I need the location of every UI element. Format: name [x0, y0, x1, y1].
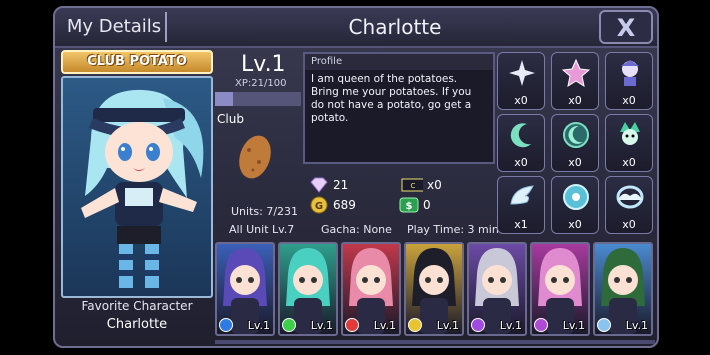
sparkle-icon [509, 60, 535, 86]
favorite-character-name: Charlotte [106, 317, 168, 332]
favorite-character-portrait[interactable] [61, 76, 213, 298]
pink-star-icon [561, 58, 591, 88]
character-card-teal-hair-girl[interactable]: Lv.1 [278, 242, 338, 336]
wing-icon [510, 185, 534, 205]
svg-text:G: G [315, 201, 323, 212]
item-count: x0 [568, 94, 582, 107]
svg-text:$: $ [406, 201, 413, 212]
item-slot[interactable]: x1 [497, 176, 545, 234]
tab-divider [165, 12, 167, 42]
character-card-pink-hair-horned-girl[interactable]: Lv.1 [530, 242, 590, 336]
character-level: Lv.1 [499, 319, 522, 332]
character-roster: Lv.1 Lv.1 Lv.1 Lv.1 Lv.1 Lv.1 Lv.1 [215, 242, 655, 338]
item-slot[interactable]: x0 [551, 176, 599, 234]
gacha-text: Gacha: None [321, 223, 392, 236]
tickets-value: x0 [427, 178, 442, 192]
gold-value: 689 [333, 198, 356, 212]
green-crescent-icon [510, 123, 531, 148]
item-grid: x0 x0 x0 x0 x0 x0 x1 x0 x0 [497, 52, 655, 240]
item-count: x0 [622, 94, 636, 107]
item-count: x0 [514, 156, 528, 169]
character-card-purple-hair-fox-girl[interactable]: Lv.1 [215, 242, 275, 336]
play-time-text: Play Time: 3 min [407, 223, 499, 236]
character-level: Lv.1 [247, 319, 270, 332]
disc-icon [563, 184, 589, 210]
favorite-character-label: Favorite Character [81, 299, 193, 313]
profile-heading: Profile [305, 54, 493, 70]
player-level: Lv.1 [241, 52, 286, 77]
xp-text: XP:21/100 [235, 78, 287, 89]
page-title: Charlotte [348, 15, 442, 39]
club-label: Club [217, 112, 244, 126]
item-count: x0 [622, 156, 636, 169]
cash-stat: $ 0 [399, 196, 431, 214]
element-orb-icon [471, 318, 485, 332]
element-orb-icon [282, 318, 296, 332]
item-slot[interactable]: x0 [605, 52, 653, 110]
gems-value: 21 [333, 178, 349, 192]
potato-icon [235, 132, 275, 186]
xp-progress-fill [215, 92, 234, 106]
item-count: x1 [514, 218, 528, 231]
club-banner: CLUB POTATO [61, 50, 213, 74]
angel-halo-icon [616, 185, 644, 209]
item-slot[interactable]: x0 [497, 114, 545, 172]
character-card-pink-hair-red-hood-girl[interactable]: Lv.1 [341, 242, 401, 336]
item-slot[interactable]: x0 [551, 114, 599, 172]
item-count: x0 [568, 218, 582, 231]
chibi-character-icon [81, 89, 204, 288]
xp-progress-bar [215, 92, 301, 106]
close-icon: X [616, 14, 636, 42]
gems-stat: 21 [309, 176, 348, 194]
item-slot[interactable]: x0 [497, 52, 545, 110]
green-creature-icon [620, 122, 640, 145]
tickets-stat: C x0 [399, 176, 442, 194]
element-orb-icon [345, 318, 359, 332]
tab-my-details[interactable]: My Details [59, 12, 169, 42]
character-level: Lv.1 [310, 319, 333, 332]
item-count: x0 [622, 218, 636, 231]
svg-text:C: C [411, 182, 416, 190]
units-count: Units: 7/231 [231, 205, 299, 218]
character-level: Lv.1 [436, 319, 459, 332]
profile-text: I am queen of the potatoes. Bring me you… [311, 73, 472, 124]
profile-panel: My Details Charlotte X CLUB POTATO Favor… [53, 6, 659, 348]
element-orb-icon [597, 318, 611, 332]
all-unit-level: All Unit Lv.7 [229, 223, 295, 236]
character-level: Lv.1 [562, 319, 585, 332]
character-card-green-hair-boy[interactable]: Lv.1 [593, 242, 653, 336]
character-level: Lv.1 [373, 319, 396, 332]
element-orb-icon [534, 318, 548, 332]
element-orb-icon [408, 318, 422, 332]
club-banner-label: CLUB POTATO [87, 54, 187, 69]
element-orb-icon [219, 318, 233, 332]
header-bar: My Details Charlotte X [55, 8, 657, 48]
gold-coin-icon: G [310, 196, 328, 214]
close-button[interactable]: X [599, 10, 653, 44]
item-slot[interactable]: x0 [605, 114, 653, 172]
mini-character-icon [621, 60, 639, 86]
item-count: x0 [514, 94, 528, 107]
gold-stat: G 689 [309, 196, 356, 214]
cash-value: 0 [423, 198, 431, 212]
ticket-icon: C [401, 178, 423, 192]
cash-icon: $ [399, 197, 419, 213]
roster-divider [215, 340, 655, 344]
green-moon-orb-icon [563, 122, 589, 148]
item-count: x0 [568, 156, 582, 169]
item-slot[interactable]: x0 [605, 176, 653, 234]
character-card-black-hooded-ninja[interactable]: Lv.1 [404, 242, 464, 336]
profile-box: Profile I am queen of the potatoes. Brin… [303, 52, 495, 164]
item-slot[interactable]: x0 [551, 52, 599, 110]
character-card-silver-hair-girl[interactable]: Lv.1 [467, 242, 527, 336]
character-level: Lv.1 [625, 319, 648, 332]
diamond-icon [310, 177, 328, 193]
